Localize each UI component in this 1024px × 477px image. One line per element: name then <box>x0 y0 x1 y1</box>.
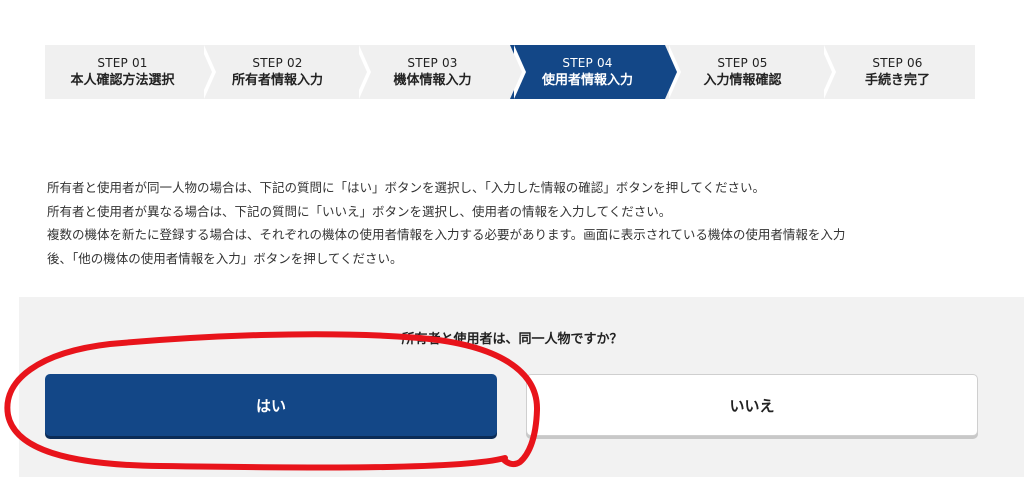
same-person-question: 所有者と使用者は、同一人物ですか？ <box>401 332 623 347</box>
step-number: STEP 01 <box>97 55 148 70</box>
step-number: STEP 05 <box>717 55 768 70</box>
step-arrow <box>355 45 367 99</box>
step-05: STEP 05 入力情報確認 <box>665 45 836 99</box>
step-label: 所有者情報入力 <box>231 72 323 88</box>
step-label: 機体情報入力 <box>393 72 472 88</box>
step-label: 手続き完了 <box>864 72 930 88</box>
yes-button[interactable]: はい <box>45 374 497 436</box>
step-arrow <box>665 45 677 99</box>
instruction-line: 後、「他の機体の使用者情報を入力」ボタンを押してください。 <box>47 250 403 266</box>
step-number: STEP 02 <box>252 55 303 70</box>
step-label: 入力情報確認 <box>703 72 782 88</box>
step-number: STEP 06 <box>872 55 923 70</box>
step-label: 使用者情報入力 <box>541 72 633 88</box>
step-01: STEP 01 本人確認方法選択 <box>45 45 216 99</box>
step-number: STEP 03 <box>407 55 458 70</box>
step-arrow <box>200 45 212 99</box>
no-button[interactable]: いいえ <box>526 374 978 436</box>
step-06: STEP 06 手続き完了 <box>820 45 975 99</box>
step-02: STEP 02 所有者情報入力 <box>200 45 371 99</box>
step-arrow <box>510 45 522 99</box>
step-arrow <box>820 45 832 99</box>
step-03: STEP 03 機体情報入力 <box>355 45 526 99</box>
instruction-line: 所有者と使用者が同一人物の場合は、下記の質問に「はい」ボタンを選択し、「入力した… <box>47 180 766 195</box>
step-number: STEP 04 <box>562 55 613 70</box>
instruction-line: 所有者と使用者が異なる場合は、下記の質問に「いいえ」ボタンを選択し、使用者の情報… <box>47 203 672 219</box>
step-label: 本人確認方法選択 <box>70 72 175 88</box>
progress-stepper: STEP 01 本人確認方法選択 STEP 02 所有者情報入力 STEP 03… <box>45 45 975 99</box>
instruction-line: 複数の機体を新たに登録する場合は、それぞれの機体の使用者情報を入力する必要があり… <box>47 227 846 242</box>
step-04-current: STEP 04 使用者情報入力 <box>510 45 681 99</box>
instructions-text: 所有者と使用者が同一人物の場合は、下記の質問に「はい」ボタンを選択し、「入力した… <box>47 176 987 270</box>
